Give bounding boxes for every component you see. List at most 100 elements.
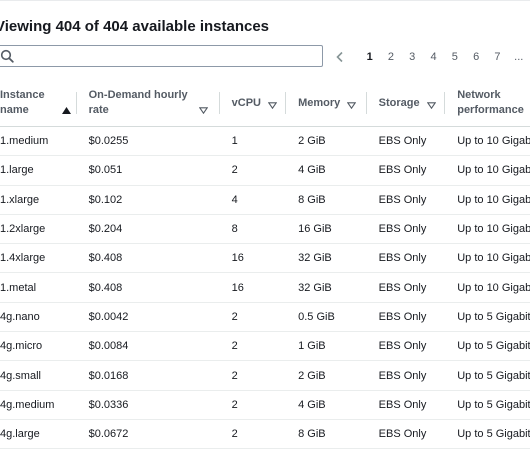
cell-hourly-rate: $0.051 — [76, 155, 220, 186]
cell-memory: 32 GiB — [286, 243, 367, 274]
cell-instance-name: 1.metal — [0, 272, 77, 303]
column-header-instance-name[interactable]: Instance name — [0, 80, 77, 127]
table-row[interactable]: 1.xlarge $0.102 4 8 GiB EBS Only Up to 10 Gig… — [0, 185, 530, 215]
cell-instance-name: 4g.nano — [0, 302, 77, 333]
cell-vcpu: 8 — [219, 214, 287, 245]
cell-network: Up to 10 Gigabit — [445, 214, 530, 245]
header-label: Network — [457, 89, 501, 101]
cell-instance-name: 1.xlarge — [0, 185, 77, 215]
page-2-button[interactable]: 2 — [380, 51, 401, 63]
table-row[interactable]: 1.medium $0.0255 1 2 GiB EBS Only Up to 10 Gi… — [0, 126, 530, 157]
table-row[interactable]: 1.4xlarge $0.408 16 32 GiB EBS Only Up to 10 … — [0, 243, 530, 274]
cell-network: Up to 10 Gigabit — [445, 185, 530, 215]
table-row[interactable]: 1.2xlarge $0.204 8 16 GiB EBS Only Up to 10 G… — [0, 214, 530, 245]
cell-vcpu: 2 — [219, 302, 287, 333]
table-row[interactable]: 4g.nano $0.0042 2 0.5 GiB EBS Only Up to 5 Gi… — [0, 302, 530, 333]
instances-table: Instance name On-Demand hourly rate vCPU… — [0, 80, 530, 449]
cell-instance-name: 4g.small — [0, 360, 77, 391]
cell-network: Up to 10 Gigabit — [445, 126, 530, 157]
column-header-network-performance[interactable]: Network performance — [445, 80, 530, 127]
header-label: vCPU — [231, 96, 261, 109]
page-5-button[interactable]: 5 — [444, 51, 465, 63]
cell-vcpu: 2 — [219, 419, 287, 449]
header-label: Storage — [378, 96, 420, 109]
cell-vcpu: 16 — [219, 272, 287, 303]
cell-vcpu: 1 — [219, 126, 287, 157]
cell-memory: 16 GiB — [286, 214, 367, 245]
table-row[interactable]: 4g.large $0.0672 2 8 GiB EBS Only Up to 5 Gig… — [0, 419, 530, 449]
cell-network: Up to 5 Gigabit — [445, 331, 530, 362]
column-header-on-demand-rate[interactable]: On-Demand hourly rate — [76, 80, 220, 127]
sort-caret-icon[interactable] — [198, 104, 208, 115]
cell-storage: EBS Only — [366, 390, 446, 420]
header-label: performance — [457, 104, 524, 116]
page-4-button[interactable]: 4 — [423, 51, 444, 63]
page-3-button[interactable]: 3 — [402, 51, 423, 63]
header-label: On-Demand hourly — [88, 89, 188, 101]
cell-storage: EBS Only — [366, 243, 446, 274]
cell-memory: 2 GiB — [286, 126, 367, 157]
cell-hourly-rate: $0.408 — [76, 272, 220, 303]
cell-memory: 4 GiB — [286, 390, 367, 420]
table-row[interactable]: 4g.micro $0.0084 2 1 GiB EBS Only Up to 5 Gig… — [0, 331, 530, 362]
cell-network: Up to 5 Gigabit — [445, 390, 530, 420]
cell-storage: EBS Only — [366, 185, 446, 215]
search-box[interactable] — [0, 45, 323, 67]
cell-network: Up to 10 Gigabit — [445, 155, 530, 186]
cell-instance-name: 4g.medium — [0, 390, 77, 420]
cell-vcpu: 2 — [219, 331, 287, 362]
cell-storage: EBS Only — [366, 155, 446, 186]
header-label: name — [0, 104, 29, 116]
cell-hourly-rate: $0.102 — [76, 185, 220, 215]
cell-hourly-rate: $0.0672 — [76, 419, 220, 449]
cell-hourly-rate: $0.0255 — [76, 126, 220, 157]
cell-hourly-rate: $0.0168 — [76, 360, 220, 391]
cell-network: Up to 5 Gigabit — [445, 302, 530, 333]
chevron-left-icon[interactable] — [333, 50, 347, 64]
column-header-storage[interactable]: Storage — [366, 80, 446, 127]
table-row[interactable]: 4g.small $0.0168 2 2 GiB EBS Only Up to 5 Gig… — [0, 360, 530, 391]
table-header-row: Instance name On-Demand hourly rate vCPU… — [0, 80, 530, 127]
table-row[interactable]: 4g.medium $0.0336 2 4 GiB EBS Only Up to 5 Gi… — [0, 390, 530, 420]
instances-panel: Viewing 404 of 404 available instances 1… — [0, 0, 530, 449]
sort-ascending-icon[interactable] — [62, 104, 71, 114]
search-icon — [0, 49, 14, 63]
page-ellipsis: ... — [514, 51, 524, 63]
cell-vcpu: 2 — [219, 360, 287, 391]
column-header-memory[interactable]: Memory — [286, 80, 367, 127]
cell-instance-name: 1.large — [0, 155, 77, 186]
cell-storage: EBS Only — [366, 214, 446, 245]
cell-memory: 0.5 GiB — [286, 302, 367, 333]
cell-vcpu: 2 — [219, 390, 287, 420]
cell-memory: 4 GiB — [286, 155, 367, 186]
cell-network: Up to 10 Gigabit — [445, 272, 530, 303]
table-row[interactable]: 1.large $0.051 2 4 GiB EBS Only Up to 10 Giga… — [0, 155, 530, 186]
cell-vcpu: 4 — [219, 185, 287, 215]
page-title: Viewing 404 of 404 available instances — [0, 18, 270, 35]
cell-hourly-rate: $0.0084 — [76, 331, 220, 362]
header-label: Instance — [0, 89, 45, 101]
page-6-button[interactable]: 6 — [465, 51, 486, 63]
cell-memory: 8 GiB — [286, 185, 367, 215]
cell-storage: EBS Only — [366, 272, 446, 303]
cell-memory: 8 GiB — [286, 419, 367, 449]
table-row[interactable]: 1.metal $0.408 16 32 GiB EBS Only Up to 10 Gi… — [0, 272, 530, 303]
pagination: 1 2 3 4 5 6 7 ... 2 — [333, 48, 530, 66]
cell-instance-name: 1.medium — [0, 126, 77, 157]
sort-caret-icon[interactable] — [426, 99, 436, 110]
page-1-button[interactable]: 1 — [359, 51, 380, 63]
header-label: rate — [88, 104, 109, 116]
cell-storage: EBS Only — [366, 126, 446, 157]
sort-caret-icon[interactable] — [347, 99, 357, 110]
cell-hourly-rate: $0.408 — [76, 243, 220, 274]
search-input[interactable] — [17, 48, 307, 64]
page-7-button[interactable]: 7 — [487, 51, 508, 63]
cell-memory: 32 GiB — [286, 272, 367, 303]
cell-storage: EBS Only — [366, 360, 446, 391]
cell-memory: 2 GiB — [286, 360, 367, 391]
sort-caret-icon[interactable] — [267, 99, 278, 110]
column-header-vcpu[interactable]: vCPU — [219, 80, 287, 127]
cell-network: Up to 5 Gigabit — [445, 360, 530, 391]
cell-hourly-rate: $0.204 — [76, 214, 220, 245]
cell-vcpu: 2 — [219, 155, 287, 186]
